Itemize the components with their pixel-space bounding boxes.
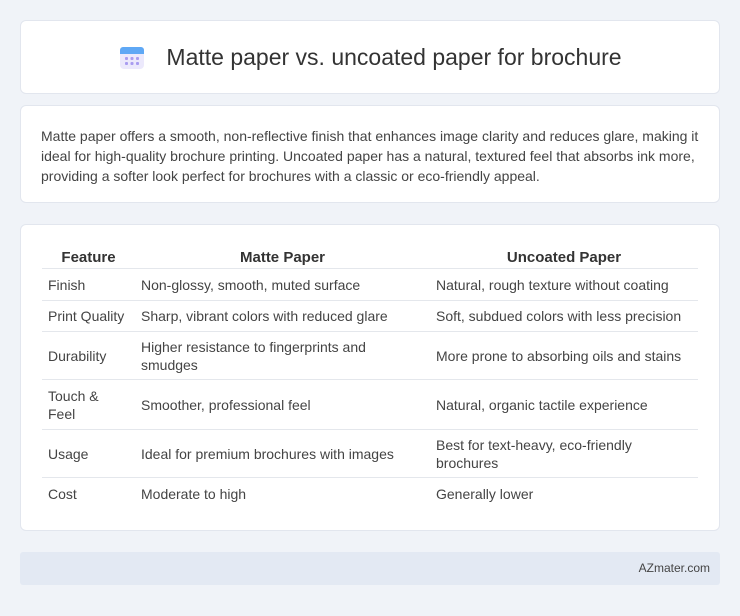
table-row: Finish Non-glossy, smooth, muted surface…: [42, 269, 698, 301]
comparison-card: Feature Matte Paper Uncoated Paper Finis…: [20, 224, 720, 531]
column-header-feature: Feature: [42, 245, 135, 269]
footer-bar: AZmater.com: [20, 552, 720, 585]
feature-cell: Touch & Feel: [42, 380, 135, 430]
footer-brand[interactable]: AZmater.com: [639, 561, 710, 575]
table-header-row: Feature Matte Paper Uncoated Paper: [42, 245, 698, 269]
matte-cell: Moderate to high: [141, 486, 247, 502]
title-card: Matte paper vs. uncoated paper for broch…: [20, 20, 720, 94]
calendar-icon: [120, 47, 145, 69]
uncoated-cell: Best for text-heavy, eco-friendly brochu…: [430, 430, 698, 478]
intro-card: Matte paper offers a smooth, non-reflect…: [20, 105, 720, 203]
matte-cell: Non-glossy, smooth, muted surface: [135, 269, 430, 301]
matte-cell: Sharp, vibrant colors with reduced glare: [135, 301, 430, 332]
comparison-table: Feature Matte Paper Uncoated Paper Finis…: [42, 245, 698, 510]
feature-cell: Print Quality: [42, 301, 135, 332]
page-title: Matte paper vs. uncoated paper for broch…: [166, 43, 622, 70]
feature-cell: Finish: [42, 269, 135, 301]
matte-cell: Ideal for premium brochures with images: [135, 430, 430, 478]
matte-cell: Higher resistance to fingerprints and sm…: [135, 332, 430, 380]
uncoated-cell: Natural, organic tactile experience: [430, 380, 698, 430]
table-row: Durability Higher resistance to fingerpr…: [42, 332, 698, 380]
table-row: Usage Ideal for premium brochures with i…: [42, 430, 698, 478]
uncoated-cell: More prone to absorbing oils and stains: [430, 332, 698, 380]
feature-cell: Cost: [48, 486, 77, 502]
table-row: Cost Moderate to high Generally lower: [42, 478, 698, 510]
matte-cell: Smoother, professional feel: [135, 380, 430, 430]
uncoated-cell: Natural, rough texture without coating: [430, 269, 698, 301]
feature-cell: Durability: [42, 332, 135, 380]
uncoated-cell: Generally lower: [436, 486, 534, 502]
column-header-uncoated: Uncoated Paper: [430, 245, 698, 269]
table-row: Touch & Feel Smoother, professional feel…: [42, 380, 698, 430]
feature-cell: Usage: [42, 430, 135, 478]
column-header-matte: Matte Paper: [135, 245, 430, 269]
table-row: Print Quality Sharp, vibrant colors with…: [42, 301, 698, 332]
uncoated-cell: Soft, subdued colors with less precision: [430, 301, 698, 332]
intro-text: Matte paper offers a smooth, non-reflect…: [41, 128, 699, 184]
